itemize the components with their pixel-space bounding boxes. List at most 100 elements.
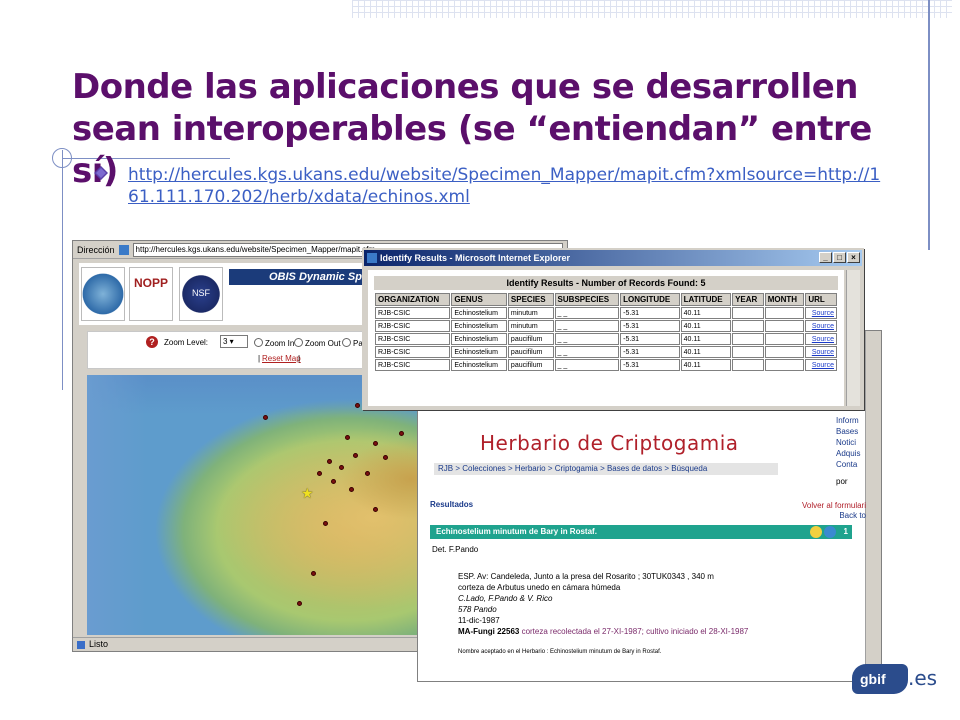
specimen-marker[interactable] [345, 435, 350, 440]
zoom-level-select[interactable]: 3 ▾ [220, 335, 248, 348]
specimen-marker[interactable] [323, 521, 328, 526]
table-cell: 40.11 [680, 307, 732, 319]
minimize-icon[interactable]: _ [819, 252, 832, 263]
sea-area-west [87, 375, 147, 635]
table-cell [764, 320, 805, 332]
decorative-vertical-line [928, 0, 930, 250]
nsf-logo: NSF [179, 267, 223, 321]
breadcrumb[interactable]: RJB > Colecciones > Herbario > Criptogam… [434, 463, 778, 475]
side-nav-item[interactable]: Adquis [836, 448, 860, 459]
reset-separator-right: | [298, 354, 301, 363]
source-link[interactable]: Source [805, 320, 837, 332]
census-marine-life-logo [81, 267, 125, 321]
table-cell: 40.11 [680, 346, 732, 358]
source-link[interactable]: Source [805, 346, 837, 358]
star-marker-icon[interactable]: ★ [301, 485, 314, 502]
specimen-marker[interactable] [331, 479, 336, 484]
specimen-marker[interactable] [263, 415, 268, 420]
specimen-mapper-link[interactable]: http://hercules.kgs.ukans.edu/website/Sp… [128, 164, 888, 208]
table-cell: -5.31 [620, 346, 680, 358]
side-nav: Inform Bases Notici Adquis Conta por [836, 415, 860, 487]
table-cell [764, 359, 805, 371]
gbif-logo: gbif .es [852, 662, 940, 696]
specimen-marker[interactable] [399, 431, 404, 436]
back-link[interactable]: Back to [788, 511, 866, 521]
table-cell: _ _ [554, 333, 620, 345]
volver-link[interactable]: Volver al formulari [788, 501, 866, 511]
specimen-marker[interactable] [365, 471, 370, 476]
table-cell: Echinostelium [451, 346, 507, 358]
table-row: RJB-CSIC Echinostelium minutum _ _ -5.31 40.1… [375, 320, 837, 332]
table-cell: RJB-CSIC [375, 307, 451, 319]
table-cell: _ _ [554, 307, 620, 319]
column-header: MONTH [764, 293, 805, 306]
side-nav-item[interactable]: Bases [836, 426, 860, 437]
source-link[interactable]: Source [805, 359, 837, 371]
zoom-out-radio[interactable]: Zoom Out [294, 338, 341, 348]
help-icon[interactable]: ? [146, 336, 158, 348]
side-nav-item[interactable]: Conta [836, 459, 860, 470]
decorative-circle [52, 148, 72, 168]
specimen-marker[interactable] [383, 455, 388, 460]
source-link[interactable]: Source [805, 333, 837, 345]
table-cell [732, 333, 764, 345]
back-links: Volver al formulari Back to [788, 501, 866, 521]
column-header: LONGITUDE [620, 293, 680, 306]
table-cell: minutum [507, 307, 554, 319]
specimen-marker[interactable] [327, 459, 332, 464]
herbarium-code: MA-Fungi 22563 [458, 627, 520, 636]
reset-map-link[interactable]: Reset Map [262, 354, 301, 363]
column-header: SUBSPECIES [554, 293, 620, 306]
locality: ESP. Av: Candeleda, Junto a la presa del… [458, 572, 714, 581]
record-title: Echinostelium minutum de Bary in Rostaf. [436, 527, 597, 536]
table-cell [732, 359, 764, 371]
specimen-marker[interactable] [353, 453, 358, 458]
zoom-level-value: 3 [223, 337, 228, 346]
table-cell: Echinostelium [451, 307, 507, 319]
results-table: ORGANIZATION GENUS SPECIES SUBSPECIES LO… [374, 292, 838, 372]
specimen-marker[interactable] [355, 403, 360, 408]
window-title: Identify Results - Microsoft Internet Ex… [380, 253, 571, 263]
window-controls: _ □ × [819, 252, 860, 263]
specimen-marker[interactable] [317, 471, 322, 476]
close-icon[interactable]: × [847, 252, 860, 263]
substrate: corteza de Arbutus unedo en cámara húmed… [458, 583, 621, 592]
specimen-marker[interactable] [297, 601, 302, 606]
collectors: C.Lado, F.Pando & V. Rico [458, 594, 553, 603]
zoom-level-label: Zoom Level: [164, 338, 209, 347]
table-row: RJB-CSIC Echinostelium paucifilum _ _ -5.31 4… [375, 333, 837, 345]
vertical-scrollbar[interactable] [865, 331, 881, 681]
table-cell: paucifilum [507, 346, 554, 358]
zoom-in-radio[interactable]: Zoom In [254, 338, 294, 348]
column-header: SPECIES [507, 293, 554, 306]
results-scrollbar[interactable] [846, 270, 860, 406]
side-nav-item[interactable]: Inform [836, 415, 860, 426]
specimen-marker[interactable] [311, 571, 316, 576]
specimen-marker[interactable] [349, 487, 354, 492]
table-cell: RJB-CSIC [375, 320, 451, 332]
side-nav-item[interactable]: Notici [836, 437, 860, 448]
specimen-marker[interactable] [373, 507, 378, 512]
gbif-logo-mark: gbif [852, 664, 908, 694]
sun-icon[interactable] [810, 526, 822, 538]
column-header: YEAR [732, 293, 764, 306]
table-cell: Echinostelium [451, 320, 507, 332]
table-cell: -5.31 [620, 320, 680, 332]
accepted-name: Nombre aceptado en el Herbario : Echinos… [458, 649, 662, 655]
globe-icon[interactable] [824, 526, 836, 538]
herbarium-note: corteza recolectada el 27-XI-1987; culti… [519, 627, 749, 636]
specimen-marker[interactable] [373, 441, 378, 446]
table-cell [732, 320, 764, 332]
table-cell: _ _ [554, 320, 620, 332]
table-cell: 40.11 [680, 359, 732, 371]
results-header: Identify Results - Number of Records Fou… [374, 276, 838, 290]
column-header: GENUS [451, 293, 507, 306]
specimen-marker[interactable] [339, 465, 344, 470]
maximize-icon[interactable]: □ [833, 252, 846, 263]
record-number: 1 [843, 527, 848, 536]
table-cell [764, 346, 805, 358]
window-titlebar[interactable]: Identify Results - Microsoft Internet Ex… [364, 250, 862, 266]
table-cell: RJB-CSIC [375, 359, 451, 371]
collection-date: 11-dic-1987 [458, 616, 500, 625]
source-link[interactable]: Source [805, 307, 837, 319]
